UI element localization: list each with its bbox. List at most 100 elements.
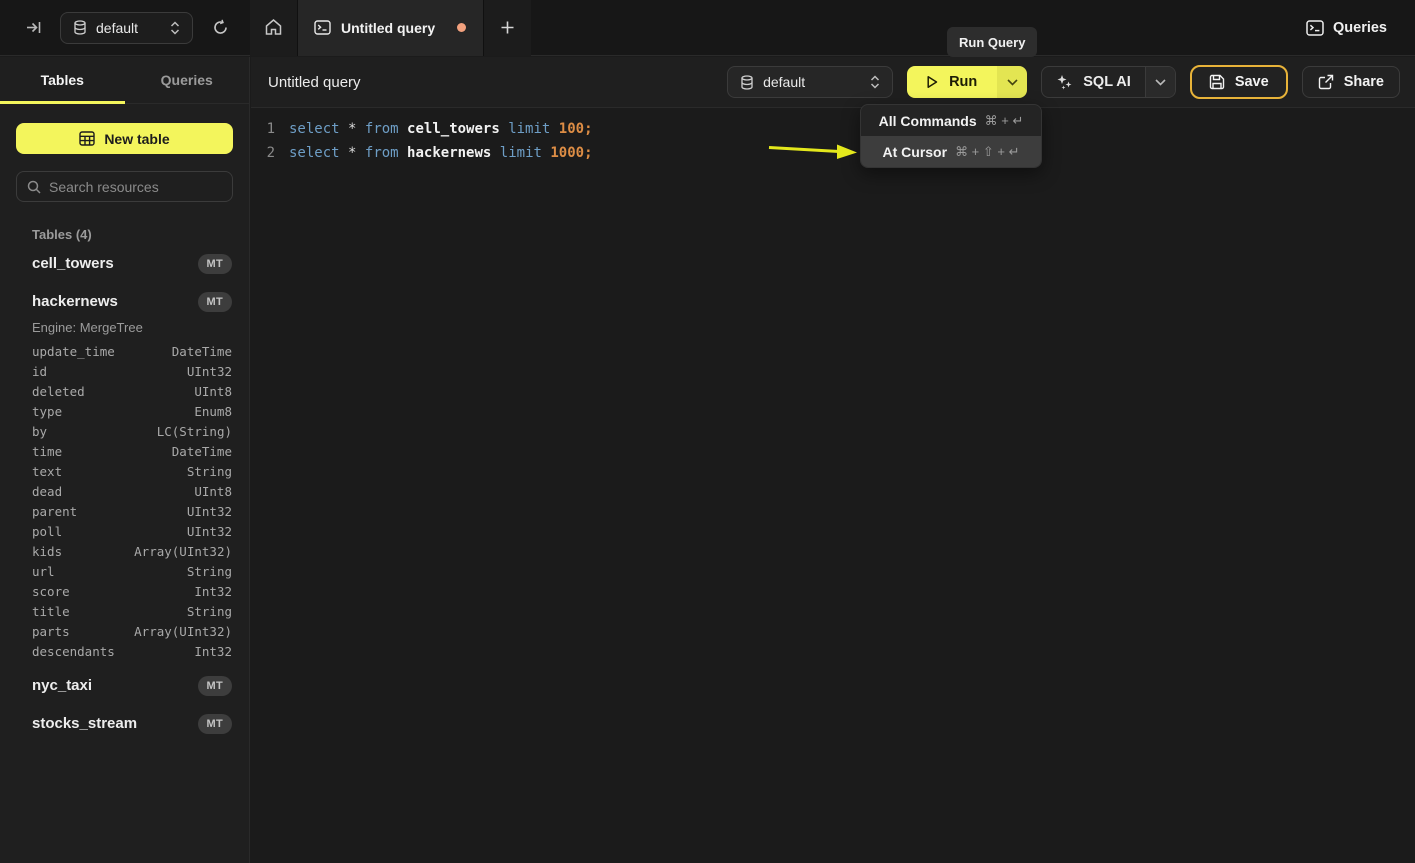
column-name: type [32, 404, 62, 419]
run-options-caret[interactable] [997, 66, 1027, 98]
run-button[interactable]: Run [907, 66, 997, 98]
chevron-updown-icon [870, 75, 880, 89]
line-number: 1 [251, 121, 275, 137]
tab-untitled-query[interactable]: Untitled query [297, 0, 484, 56]
sql-token [399, 145, 407, 161]
menu-item-shortcut: ⌘ + ⇧ + ↵ [955, 144, 1019, 160]
column-type: LC(String) [157, 424, 232, 439]
column-name: parent [32, 504, 77, 519]
toolbar-actions: default Run [727, 65, 1415, 99]
column-row: parentUInt32 [0, 501, 249, 521]
sql-ai-button[interactable]: SQL AI [1042, 67, 1145, 97]
sidebar-tab-queries[interactable]: Queries [125, 57, 250, 103]
column-name: update_time [32, 344, 115, 359]
query-toolbar: Untitled query default Run [251, 57, 1415, 108]
sql-ai-caret[interactable] [1145, 67, 1175, 97]
sql-token: 1000 [550, 145, 584, 161]
sparkles-icon [1056, 74, 1073, 91]
unsaved-changes-dot [457, 23, 466, 32]
save-button-label: Save [1235, 74, 1269, 90]
column-name: kids [32, 544, 62, 559]
main-panel: Untitled query default Run [251, 57, 1415, 863]
share-button[interactable]: Share [1302, 66, 1400, 98]
run-button-label: Run [949, 74, 977, 90]
column-type: UInt8 [194, 484, 232, 499]
database-selector-toolbar[interactable]: default [727, 66, 893, 98]
new-tab-button[interactable] [484, 0, 531, 56]
column-name: text [32, 464, 62, 479]
table-list-item[interactable]: nyc_taxiMT [0, 669, 249, 702]
column-name: parts [32, 624, 70, 639]
collapse-sidebar-icon[interactable] [20, 15, 46, 41]
chevron-down-icon [1007, 79, 1018, 86]
column-type: Array(UInt32) [134, 544, 232, 559]
menu-item-label: At Cursor [883, 144, 948, 160]
sql-token: cell_towers [407, 121, 500, 137]
engine-badge: MT [198, 714, 232, 734]
app-window: default Untitled query [0, 0, 1415, 863]
column-name: url [32, 564, 55, 579]
table-name: hackernews [32, 293, 118, 310]
menu-item-all-commands[interactable]: All Commands⌘ + ↵ [861, 105, 1041, 136]
chevron-updown-icon [170, 21, 180, 35]
column-row: titleString [0, 601, 249, 621]
table-list-item[interactable]: stocks_streamMT [0, 707, 249, 740]
search-resources-input[interactable] [49, 179, 222, 195]
column-row: descendantsInt32 [0, 641, 249, 661]
top-bar: default Untitled query [0, 0, 1415, 56]
code-line: 1select * from cell_towers limit 100; [251, 117, 1415, 141]
sql-token: limit [500, 145, 542, 161]
column-name: title [32, 604, 70, 619]
database-icon [740, 75, 754, 90]
database-selector-value: default [96, 20, 161, 36]
table-icon [79, 131, 95, 146]
sql-token [491, 145, 499, 161]
sql-editor[interactable]: 1select * from cell_towers limit 100;2se… [251, 108, 1415, 165]
menu-item-at-cursor[interactable]: At Cursor ⌘ + ⇧ + ↵ [861, 136, 1041, 167]
column-name: dead [32, 484, 62, 499]
tab-strip: Untitled query [250, 0, 531, 56]
database-selector-value: default [763, 74, 861, 90]
sql-ai-label: SQL AI [1083, 74, 1131, 90]
column-name: deleted [32, 384, 85, 399]
column-type: Int32 [194, 644, 232, 659]
column-row: dead UInt8 [0, 481, 249, 501]
sql-token: select [289, 145, 340, 161]
engine-badge: MT [198, 254, 232, 274]
sql-token [356, 121, 364, 137]
column-name: by [32, 424, 47, 439]
save-button[interactable]: Save [1190, 65, 1288, 99]
database-selector-top[interactable]: default [60, 12, 193, 44]
run-split-button: Run [907, 66, 1027, 98]
chevron-down-icon [1155, 79, 1166, 86]
refresh-icon[interactable] [207, 15, 233, 41]
column-row: idUInt32 [0, 361, 249, 381]
column-row: pollUInt32 [0, 521, 249, 541]
sql-token [399, 121, 407, 137]
queries-button[interactable]: Queries [1306, 20, 1387, 36]
column-row: typeEnum8 [0, 401, 249, 421]
column-row: urlString [0, 561, 249, 581]
column-type: DateTime [172, 444, 232, 459]
column-row: deletedUInt8 [0, 381, 249, 401]
home-tab[interactable] [250, 0, 297, 56]
sql-token: 100 [559, 121, 584, 137]
terminal-icon [314, 20, 331, 35]
sql-token [500, 121, 508, 137]
query-title: Untitled query [268, 74, 361, 91]
sql-ai-split-button: SQL AI [1041, 66, 1176, 98]
column-type: DateTime [172, 344, 232, 359]
column-name: id [32, 364, 47, 379]
table-list-item[interactable]: hackernewsMT [0, 285, 249, 318]
tables-section-title: Tables (4) [32, 227, 249, 242]
search-icon [27, 180, 41, 194]
sql-token: hackernews [407, 145, 491, 161]
column-row: scoreInt32 [0, 581, 249, 601]
run-options-menu: All Commands⌘ + ↵ At Cursor ⌘ + ⇧ + ↵ [860, 104, 1042, 168]
queries-terminal-icon [1306, 20, 1324, 36]
sql-token: ; [584, 145, 592, 161]
queries-button-label: Queries [1333, 20, 1387, 36]
sidebar-tab-tables[interactable]: Tables [0, 57, 125, 103]
table-list-item[interactable]: cell_towersMT [0, 247, 249, 280]
new-table-button[interactable]: New table [16, 123, 233, 154]
